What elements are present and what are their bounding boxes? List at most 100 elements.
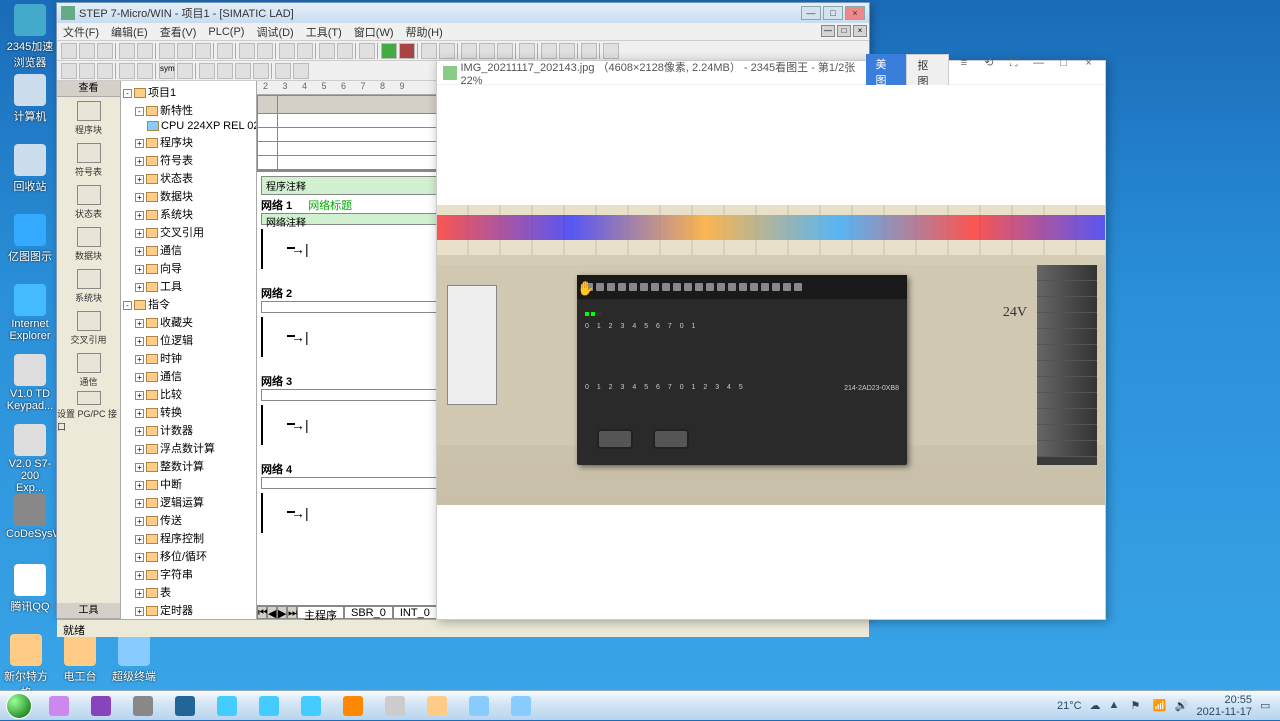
weather-icon[interactable]: ☁ <box>1090 699 1101 712</box>
run-icon[interactable] <box>381 43 397 59</box>
t6-icon[interactable] <box>559 43 575 59</box>
taskbar-item[interactable] <box>417 693 457 719</box>
taskbar-item[interactable] <box>207 693 247 719</box>
t8-icon[interactable] <box>603 43 619 59</box>
lt11-icon[interactable] <box>275 63 291 79</box>
t7-icon[interactable] <box>581 43 597 59</box>
lt12-icon[interactable] <box>293 63 309 79</box>
t3-icon[interactable] <box>497 43 513 59</box>
mdi-close[interactable]: × <box>853 25 867 37</box>
tray-icon[interactable]: ▲ <box>1109 699 1123 713</box>
nav-item[interactable]: 状态表 <box>57 181 120 223</box>
menu-item[interactable]: 文件(F) <box>63 24 99 40</box>
taskbar-item[interactable] <box>459 693 499 719</box>
copy-icon[interactable] <box>177 43 193 59</box>
image-viewport[interactable]: 0 1 2 3 4 5 6 7 0 1 0 1 2 3 4 5 6 7 0 1 … <box>437 85 1105 619</box>
tree-node[interactable]: +数据块 <box>123 187 254 205</box>
tree-node[interactable]: +浮点数计算 <box>123 439 254 457</box>
status-icon[interactable] <box>421 43 437 59</box>
tree-node[interactable]: +程序控制 <box>123 529 254 547</box>
taskbar-item[interactable] <box>39 693 79 719</box>
tree-node[interactable]: +移位/循环 <box>123 547 254 565</box>
title-bar[interactable]: STEP 7-Micro/WIN - 项目1 - [SIMATIC LAD] —… <box>57 3 869 23</box>
stop-icon[interactable] <box>399 43 415 59</box>
desktop-icon[interactable]: Internet Explorer <box>6 284 54 342</box>
menu-item[interactable]: 查看(V) <box>160 24 197 40</box>
preview-icon[interactable] <box>137 43 153 59</box>
pin-icon[interactable]: ⟲ <box>978 54 999 72</box>
menu-item[interactable]: 帮助(H) <box>406 24 443 40</box>
tree-node[interactable]: +时钟 <box>123 349 254 367</box>
desktop-icon[interactable]: 2345加速浏览器 <box>6 4 54 70</box>
editor-tab[interactable]: 主程序 <box>297 606 344 619</box>
nav-item[interactable]: 系统块 <box>57 265 120 307</box>
fullscreen-icon[interactable]: ⛶ <box>1003 54 1024 72</box>
menu-item[interactable]: 窗口(W) <box>354 24 394 40</box>
network-icon[interactable]: 📶 <box>1153 699 1167 713</box>
action-center-icon[interactable]: ⚑ <box>1131 699 1145 713</box>
tree-root[interactable]: -项目1 <box>123 83 254 101</box>
lt1-icon[interactable] <box>61 63 77 79</box>
clock[interactable]: 20:55 2021-11-17 <box>1197 694 1252 718</box>
mdi-restore[interactable]: □ <box>837 25 851 37</box>
upload-icon[interactable] <box>279 43 295 59</box>
nav-item[interactable]: 设置 PG/PC 接口 <box>57 391 120 433</box>
tree-node[interactable]: +交叉引用 <box>123 223 254 241</box>
taskbar[interactable]: 21°C ☁ ▲ ⚑ 📶 🔊 20:55 2021-11-17 ▭ <box>0 690 1280 720</box>
menu-icon[interactable]: ≡ <box>953 54 974 72</box>
t2-icon[interactable] <box>479 43 495 59</box>
tree-node[interactable]: +程序块 <box>123 133 254 151</box>
undo-icon[interactable] <box>217 43 233 59</box>
save-icon[interactable] <box>97 43 113 59</box>
desktop-icon[interactable]: 回收站 <box>6 144 54 194</box>
lt4-icon[interactable] <box>119 63 135 79</box>
tree-node[interactable]: +通信 <box>123 241 254 259</box>
menu-item[interactable]: 调试(D) <box>256 24 293 40</box>
taskbar-item[interactable] <box>249 693 289 719</box>
tab-prev-icon[interactable]: ◀ <box>267 606 277 619</box>
taskbar-item[interactable] <box>333 693 373 719</box>
lt5-icon[interactable] <box>137 63 153 79</box>
sort2-icon[interactable] <box>337 43 353 59</box>
lt7-icon[interactable] <box>199 63 215 79</box>
lt9-icon[interactable] <box>235 63 251 79</box>
tree-node[interactable]: +比较 <box>123 385 254 403</box>
open-icon[interactable] <box>79 43 95 59</box>
desktop-icon[interactable]: V1.0 TD Keypad... <box>6 354 54 412</box>
lt10-icon[interactable] <box>253 63 269 79</box>
compile-all-icon[interactable] <box>257 43 273 59</box>
desktop-icon[interactable]: 亿图图示 <box>6 214 54 264</box>
start-button[interactable] <box>0 691 38 721</box>
lt6-icon[interactable] <box>177 63 193 79</box>
taskbar-item[interactable] <box>123 693 163 719</box>
download-icon[interactable] <box>297 43 313 59</box>
tree-root[interactable]: -指令 <box>123 295 254 313</box>
tree-node[interactable]: +逻辑运算 <box>123 493 254 511</box>
menu-item[interactable]: 编辑(E) <box>111 24 148 40</box>
viewer-minimize[interactable]: — <box>1028 54 1049 72</box>
tree-node[interactable]: +中断 <box>123 475 254 493</box>
tree-node[interactable]: CPU 224XP REL 02.01 <box>123 119 254 133</box>
tab-first-icon[interactable]: ⏮ <box>257 606 267 619</box>
tree-node[interactable]: +收藏夹 <box>123 313 254 331</box>
new-icon[interactable] <box>61 43 77 59</box>
tree-node[interactable]: +字符串 <box>123 565 254 583</box>
tree-node[interactable]: -新特性 <box>123 101 254 119</box>
tree-node[interactable]: +转换 <box>123 403 254 421</box>
editor-tab[interactable]: INT_0 <box>393 606 437 619</box>
show-desktop[interactable]: ▭ <box>1260 699 1274 713</box>
mdi-minimize[interactable]: — <box>821 25 835 37</box>
tree-node[interactable]: +整数计算 <box>123 457 254 475</box>
tree-node[interactable]: +向导 <box>123 259 254 277</box>
nav-item[interactable]: 通信 <box>57 349 120 391</box>
tree-node[interactable]: +表 <box>123 583 254 601</box>
t1-icon[interactable] <box>461 43 477 59</box>
close-button[interactable]: × <box>845 6 865 20</box>
viewer-maximize[interactable]: □ <box>1053 54 1074 72</box>
taskbar-item[interactable] <box>81 693 121 719</box>
desktop-icon[interactable]: 超级终端 <box>110 634 158 684</box>
tree-node[interactable]: +状态表 <box>123 169 254 187</box>
taskbar-item[interactable] <box>165 693 205 719</box>
viewer-header[interactable]: IMG_20211117_202143.jpg （4608×2128像素, 2.… <box>437 61 1105 85</box>
desktop-icon[interactable]: CoDeSysW <box>6 494 54 540</box>
